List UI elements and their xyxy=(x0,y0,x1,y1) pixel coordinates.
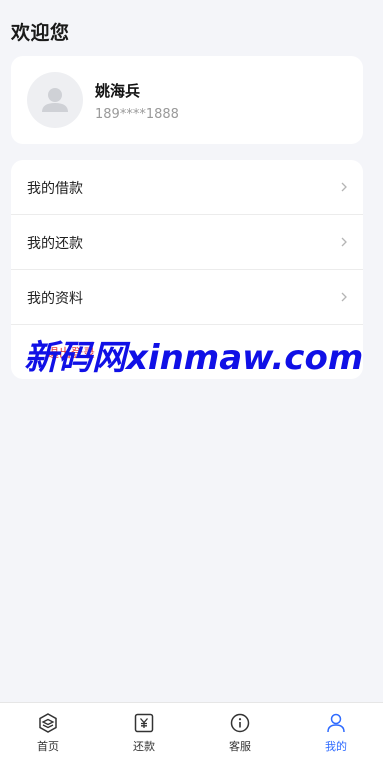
menu-item-my-repayments[interactable]: 我的还款 xyxy=(11,215,363,270)
profile-card[interactable]: 姚海兵 189****1888 xyxy=(11,56,363,144)
page: 欢迎您 姚海兵 189****1888 我的借款 我的还款 我的资料 退出登录 … xyxy=(0,0,383,759)
menu-item-label: 我的还款 xyxy=(27,236,83,252)
chevron-right-icon xyxy=(341,182,347,192)
info-service-icon xyxy=(230,713,250,733)
chevron-right-icon xyxy=(341,237,347,247)
menu-item-my-loans[interactable]: 我的借款 xyxy=(11,160,363,215)
menu-item-label: 我的借款 xyxy=(27,181,83,197)
user-name: 姚海兵 xyxy=(95,82,141,100)
tab-label: 我的 xyxy=(325,740,347,753)
tab-service[interactable]: 客服 xyxy=(192,703,288,759)
tab-repay[interactable]: 还款 xyxy=(96,703,192,759)
user-phone: 189****1888 xyxy=(95,107,179,122)
profile-person-icon xyxy=(327,713,345,733)
home-cube-icon xyxy=(39,713,57,733)
tab-home[interactable]: 首页 xyxy=(0,703,96,759)
chevron-right-icon xyxy=(341,292,347,302)
bottom-tabbar: 首页 还款 客服 我的 xyxy=(0,702,383,759)
menu-item-label: 我的资料 xyxy=(27,291,83,307)
menu-item-my-profile[interactable]: 我的资料 xyxy=(11,270,363,325)
yen-repay-icon xyxy=(134,713,154,733)
divider xyxy=(11,324,363,325)
tab-label: 客服 xyxy=(229,740,251,753)
user-placeholder-icon xyxy=(42,88,68,112)
avatar[interactable] xyxy=(27,72,83,128)
page-title: 欢迎您 xyxy=(11,22,70,44)
watermark: 新码网xinmaw.com xyxy=(24,338,364,378)
tab-label: 还款 xyxy=(133,740,155,753)
tab-mine[interactable]: 我的 xyxy=(288,703,383,759)
tab-label: 首页 xyxy=(37,740,59,753)
